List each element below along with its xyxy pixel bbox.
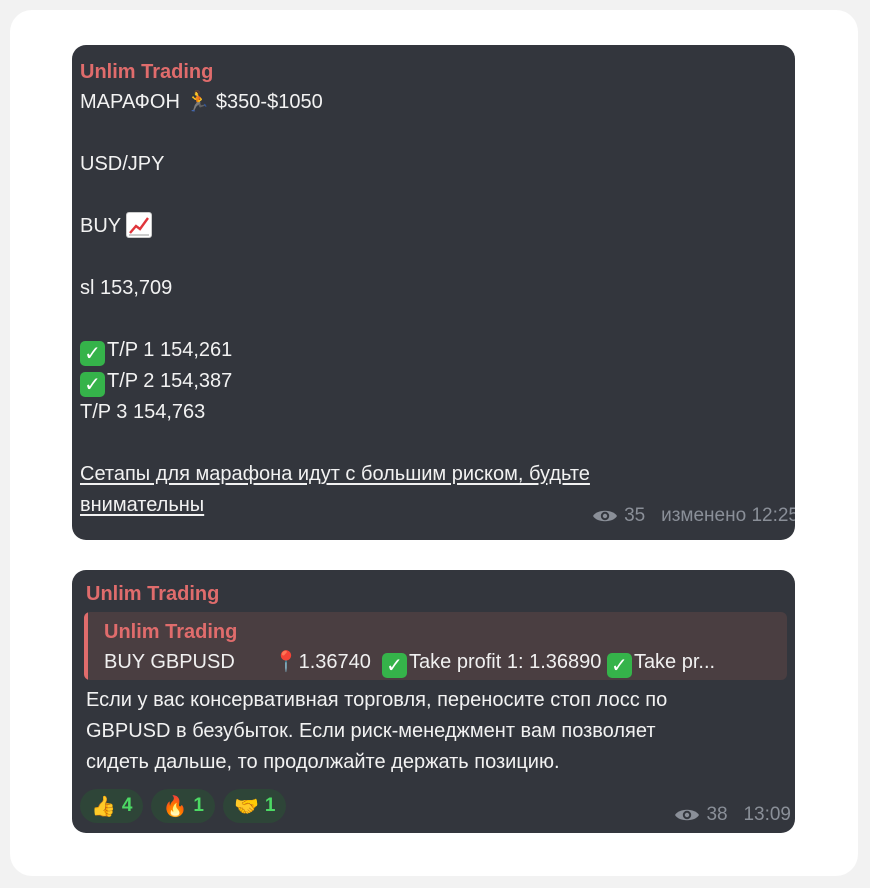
message-text-line: Если у вас консервативная торговля, пере…	[86, 689, 668, 711]
reaction-handshake[interactable]: 🤝 1	[222, 789, 287, 823]
warning-link-line1[interactable]: Сетапы для марафона идут с большим риско…	[80, 459, 787, 490]
message-time: 13:09	[743, 804, 791, 825]
message-bubble[interactable]: Unlim Trading Unlim Trading BUY GBPUSD 📍…	[72, 570, 795, 833]
thumbs-up-icon: 👍	[91, 794, 116, 818]
reply-accent-bar	[84, 612, 88, 680]
view-count: 38	[706, 804, 728, 825]
view-count: 35	[624, 505, 646, 526]
reply-text-pair: BUY GBPUSD	[104, 651, 235, 673]
reply-text-entry: 1.36740	[298, 651, 371, 673]
check-mark-icon: ✓	[606, 653, 632, 678]
reaction-count: 4	[121, 795, 133, 816]
eye-icon	[592, 507, 618, 532]
currency-pair: USD/JPY	[80, 153, 165, 175]
message-content: Unlim Trading МАРАФОН 🏃 $350-$1050 USD/J…	[80, 58, 787, 521]
chart-increasing-icon	[126, 212, 153, 238]
reaction-count: 1	[264, 795, 276, 816]
direction-text: BUY	[80, 215, 121, 237]
reply-text-tp: Take profit 1: 1.36890	[409, 651, 602, 673]
tp1-text: T/P 1 154,261	[107, 339, 233, 361]
message-meta: 38 13:09	[674, 803, 791, 831]
edited-time: изменено 12:25	[661, 505, 795, 526]
reaction-count: 1	[193, 795, 204, 816]
title-text: МАРАФОН	[80, 91, 180, 113]
runner-icon: 🏃	[185, 89, 211, 113]
reactions-bar: 👍 4 🔥 1 🤝 1	[80, 789, 287, 823]
message-text-line: сидеть дальше, то продолжайте держать по…	[86, 751, 560, 773]
fire-icon: 🔥	[162, 794, 188, 818]
reply-text: BUY GBPUSD 📍1.36740 ✓ Take profit 1: 1.36…	[104, 648, 715, 678]
eye-icon	[674, 806, 700, 831]
marathon-title: МАРАФОН 🏃 $350-$1050	[80, 86, 787, 118]
check-mark-icon: ✓	[382, 653, 408, 678]
reaction-thumbs-up[interactable]: 👍 4	[80, 789, 144, 823]
take-profit-1: ✓ T/P 1 154,261	[80, 335, 787, 366]
take-profit-3: T/P 3 154,763	[80, 401, 206, 423]
trade-direction: BUY	[80, 211, 787, 242]
tp2-text: T/P 2 154,387	[107, 370, 233, 392]
reply-text-truncated: Take pr...	[633, 651, 716, 673]
reaction-fire[interactable]: 🔥 1	[151, 789, 215, 823]
sender-name[interactable]: Unlim Trading	[80, 58, 787, 86]
handshake-icon: 🤝	[233, 794, 259, 818]
pin-icon: 📍	[273, 649, 299, 673]
message-text: Если у вас консервативная торговля, пере…	[86, 685, 667, 778]
check-mark-icon: ✓	[80, 372, 105, 397]
reply-sender-name: Unlim Trading	[104, 621, 238, 643]
sender-name[interactable]: Unlim Trading	[86, 580, 219, 608]
take-profit-2: ✓ T/P 2 154,387	[80, 366, 787, 397]
check-mark-icon: ✓	[80, 341, 105, 366]
message-meta: 35 изменено 12:25	[592, 504, 795, 532]
title-range: $350-$1050	[215, 91, 323, 113]
message-text-line: GBPUSD в безубыток. Если риск-менеджмент…	[86, 720, 656, 742]
stop-loss: sl 153,709	[80, 277, 173, 299]
reply-preview[interactable]: Unlim Trading BUY GBPUSD 📍1.36740 ✓ Take …	[84, 612, 787, 680]
message-bubble[interactable]: Unlim Trading МАРАФОН 🏃 $350-$1050 USD/J…	[72, 45, 795, 540]
